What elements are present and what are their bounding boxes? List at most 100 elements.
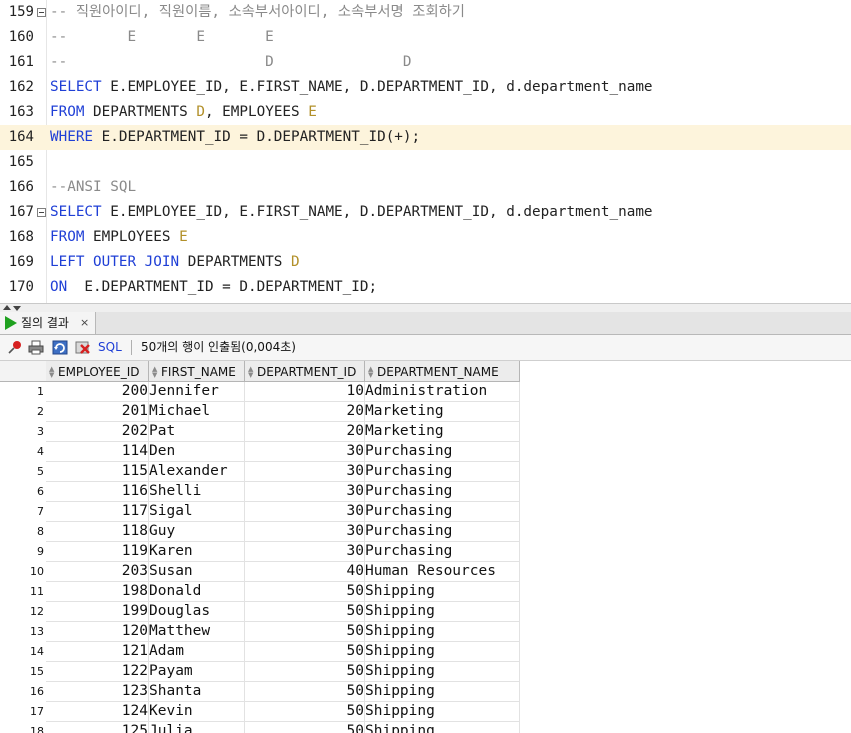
column-header-employee-id[interactable]: ▲ ▼ EMPLOYEE_ID bbox=[46, 361, 149, 382]
cell-first-name[interactable]: Michael bbox=[149, 402, 245, 422]
cell-department-name[interactable]: Shipping bbox=[365, 642, 520, 662]
cell-department-id[interactable]: 50 bbox=[245, 722, 365, 733]
table-row[interactable]: 11 198 Donald 50 Shipping bbox=[0, 582, 520, 602]
code-line[interactable]: 161 -- D D bbox=[0, 50, 851, 75]
cell-employee-id[interactable]: 122 bbox=[46, 662, 149, 682]
cell-department-name[interactable]: Purchasing bbox=[365, 482, 520, 502]
row-number[interactable]: 14 bbox=[0, 642, 44, 662]
table-row[interactable]: 17 124 Kevin 50 Shipping bbox=[0, 702, 520, 722]
table-row[interactable]: 9 119 Karen 30 Purchasing bbox=[0, 542, 520, 562]
cell-department-name[interactable]: Shipping bbox=[365, 622, 520, 642]
column-header-department-name[interactable]: ▲ ▼ DEPARTMENT_NAME bbox=[365, 361, 520, 382]
table-row[interactable]: 6 116 Shelli 30 Purchasing bbox=[0, 482, 520, 502]
row-number[interactable]: 12 bbox=[0, 602, 44, 622]
row-number[interactable]: 8 bbox=[0, 522, 44, 542]
table-row[interactable]: 3 202 Pat 20 Marketing bbox=[0, 422, 520, 442]
cell-first-name[interactable]: Payam bbox=[149, 662, 245, 682]
table-row[interactable]: 15 122 Payam 50 Shipping bbox=[0, 662, 520, 682]
cell-first-name[interactable]: Kevin bbox=[149, 702, 245, 722]
table-row[interactable]: 16 123 Shanta 50 Shipping bbox=[0, 682, 520, 702]
column-header-first-name[interactable]: ▲ ▼ FIRST_NAME bbox=[149, 361, 245, 382]
cell-department-name[interactable]: Administration bbox=[365, 382, 520, 402]
code-line[interactable]: 167 SELECT E.EMPLOYEE_ID, E.FIRST_NAME, D… bbox=[0, 200, 851, 225]
cell-employee-id[interactable]: 114 bbox=[46, 442, 149, 462]
table-row[interactable]: 7 117 Sigal 30 Purchasing bbox=[0, 502, 520, 522]
cell-first-name[interactable]: Sigal bbox=[149, 502, 245, 522]
cell-department-id[interactable]: 30 bbox=[245, 442, 365, 462]
cell-department-id[interactable]: 30 bbox=[245, 482, 365, 502]
cell-department-id[interactable]: 30 bbox=[245, 502, 365, 522]
row-number[interactable]: 15 bbox=[0, 662, 44, 682]
cell-department-id[interactable]: 30 bbox=[245, 522, 365, 542]
code-line[interactable]: 163 FROM DEPARTMENTS D, EMPLOYEES E bbox=[0, 100, 851, 125]
cell-department-id[interactable]: 50 bbox=[245, 622, 365, 642]
row-number[interactable]: 10 bbox=[0, 562, 44, 582]
cell-department-name[interactable]: Shipping bbox=[365, 682, 520, 702]
cell-first-name[interactable]: Douglas bbox=[149, 602, 245, 622]
print-icon[interactable] bbox=[27, 339, 45, 356]
cell-department-id[interactable]: 10 bbox=[245, 382, 365, 402]
cell-department-name[interactable]: Human Resources bbox=[365, 562, 520, 582]
sql-link[interactable]: SQL bbox=[98, 335, 122, 360]
row-number[interactable]: 7 bbox=[0, 502, 44, 522]
cell-employee-id[interactable]: 198 bbox=[46, 582, 149, 602]
cell-department-name[interactable]: Purchasing bbox=[365, 542, 520, 562]
cell-first-name[interactable]: Shanta bbox=[149, 682, 245, 702]
cell-department-name[interactable]: Shipping bbox=[365, 662, 520, 682]
cell-department-name[interactable]: Purchasing bbox=[365, 442, 520, 462]
row-number[interactable]: 13 bbox=[0, 622, 44, 642]
sql-editor[interactable]: 159 -- 직원아이디, 직원이름, 소속부서아이디, 소속부서명 조회하기 16… bbox=[0, 0, 851, 303]
table-row[interactable]: 13 120 Matthew 50 Shipping bbox=[0, 622, 520, 642]
cell-department-name[interactable]: Purchasing bbox=[365, 522, 520, 542]
cell-first-name[interactable]: Pat bbox=[149, 422, 245, 442]
row-number[interactable]: 16 bbox=[0, 682, 44, 702]
cell-department-name[interactable]: Shipping bbox=[365, 602, 520, 622]
cell-first-name[interactable]: Guy bbox=[149, 522, 245, 542]
cell-department-name[interactable]: Marketing bbox=[365, 402, 520, 422]
cell-employee-id[interactable]: 120 bbox=[46, 622, 149, 642]
cell-first-name[interactable]: Adam bbox=[149, 642, 245, 662]
cell-employee-id[interactable]: 123 bbox=[46, 682, 149, 702]
cell-department-id[interactable]: 50 bbox=[245, 662, 365, 682]
cell-department-id[interactable]: 50 bbox=[245, 642, 365, 662]
cell-department-id[interactable]: 20 bbox=[245, 422, 365, 442]
code-line[interactable]: 162 SELECT E.EMPLOYEE_ID, E.FIRST_NAME, D… bbox=[0, 75, 851, 100]
table-row[interactable]: 12 199 Douglas 50 Shipping bbox=[0, 602, 520, 622]
cell-employee-id[interactable]: 116 bbox=[46, 482, 149, 502]
code-line[interactable]: 166 --ANSI SQL bbox=[0, 175, 851, 200]
cell-first-name[interactable]: Matthew bbox=[149, 622, 245, 642]
cell-first-name[interactable]: Karen bbox=[149, 542, 245, 562]
cell-department-name[interactable]: Shipping bbox=[365, 722, 520, 733]
cell-department-name[interactable]: Shipping bbox=[365, 582, 520, 602]
cell-department-id[interactable]: 40 bbox=[245, 562, 365, 582]
code-line[interactable]: 159 -- 직원아이디, 직원이름, 소속부서아이디, 소속부서명 조회하기 bbox=[0, 0, 851, 25]
cell-first-name[interactable]: Shelli bbox=[149, 482, 245, 502]
cell-employee-id[interactable]: 118 bbox=[46, 522, 149, 542]
cell-first-name[interactable]: Julia bbox=[149, 722, 245, 733]
table-row[interactable]: 10 203 Susan 40 Human Resources bbox=[0, 562, 520, 582]
cell-department-name[interactable]: Purchasing bbox=[365, 502, 520, 522]
cell-employee-id[interactable]: 117 bbox=[46, 502, 149, 522]
collapse-down-icon[interactable] bbox=[13, 306, 21, 311]
cell-department-name[interactable]: Shipping bbox=[365, 702, 520, 722]
refresh-icon[interactable] bbox=[51, 339, 69, 356]
cell-employee-id[interactable]: 124 bbox=[46, 702, 149, 722]
row-number[interactable]: 4 bbox=[0, 442, 44, 462]
cell-employee-id[interactable]: 203 bbox=[46, 562, 149, 582]
cell-employee-id[interactable]: 201 bbox=[46, 402, 149, 422]
table-row[interactable]: 4 114 Den 30 Purchasing bbox=[0, 442, 520, 462]
cell-department-id[interactable]: 50 bbox=[245, 602, 365, 622]
table-row[interactable]: 18 125 Julia 50 Shipping bbox=[0, 722, 520, 733]
code-line[interactable]: 170 ON E.DEPARTMENT_ID = D.DEPARTMENT_ID; bbox=[0, 275, 851, 300]
cell-first-name[interactable]: Susan bbox=[149, 562, 245, 582]
cell-department-name[interactable]: Marketing bbox=[365, 422, 520, 442]
cell-department-id[interactable]: 20 bbox=[245, 402, 365, 422]
cancel-fetch-icon[interactable] bbox=[74, 339, 92, 356]
row-number[interactable]: 1 bbox=[0, 382, 44, 402]
cell-employee-id[interactable]: 202 bbox=[46, 422, 149, 442]
cell-department-id[interactable]: 30 bbox=[245, 542, 365, 562]
table-row[interactable]: 14 121 Adam 50 Shipping bbox=[0, 642, 520, 662]
code-line[interactable]: 164 WHERE E.DEPARTMENT_ID = D.DEPARTMENT_… bbox=[0, 125, 851, 150]
cell-department-id[interactable]: 50 bbox=[245, 582, 365, 602]
row-number[interactable]: 6 bbox=[0, 482, 44, 502]
